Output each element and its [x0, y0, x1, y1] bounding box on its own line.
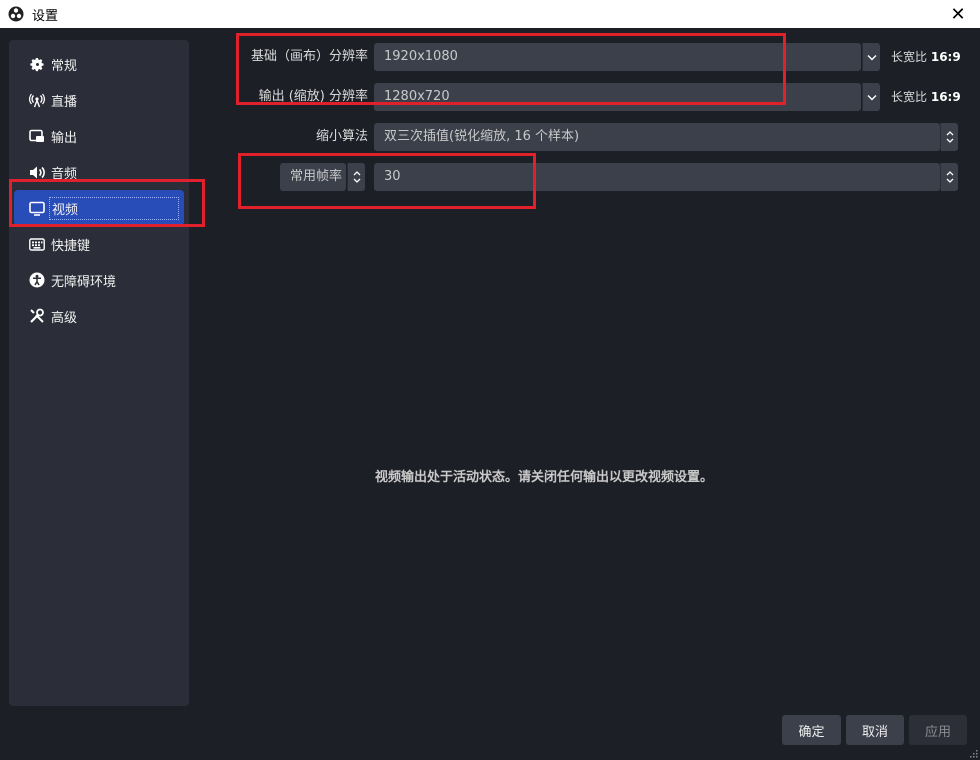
annotation-box-fps [238, 153, 536, 209]
annotation-box-video-tab [9, 179, 205, 227]
sidebar-item-label: 高级 [51, 310, 78, 326]
aspect-ratio-label: 长宽比 [891, 90, 928, 104]
output-aspect-ratio: 长宽比 16:9 [891, 83, 961, 111]
downscale-filter-spinner[interactable] [940, 123, 958, 151]
apply-button[interactable]: 应用 [909, 715, 967, 745]
sidebar-item-label: 直播 [51, 94, 78, 110]
sidebar-item-accessibility[interactable]: 无障碍环境 [14, 262, 184, 298]
title-bar: 设置 ✕ [0, 0, 980, 28]
sidebar-item-general[interactable]: 常规 [14, 46, 184, 82]
cancel-button[interactable]: 取消 [846, 715, 904, 745]
broadcast-icon [28, 91, 46, 109]
base-resolution-dropdown[interactable] [862, 43, 880, 71]
sidebar-item-stream[interactable]: 直播 [14, 82, 184, 118]
downscale-filter-label: 缩小算法 [315, 129, 368, 144]
aspect-ratio-value: 16:9 [930, 50, 961, 64]
sidebar-item-hotkeys[interactable]: 快捷键 [14, 226, 184, 262]
close-button[interactable]: ✕ [936, 0, 980, 28]
keyboard-icon [28, 235, 46, 253]
sidebar-item-output[interactable]: 输出 [14, 118, 184, 154]
annotation-box-resolution [236, 33, 786, 105]
gear-icon [28, 55, 46, 73]
output-resolution-dropdown[interactable] [862, 83, 880, 111]
chevron-down-icon [867, 54, 876, 60]
obs-logo-icon [8, 6, 24, 22]
chevron-down-icon [867, 94, 876, 100]
tools-icon [28, 307, 46, 325]
fps-value-spinner[interactable] [940, 163, 958, 191]
aspect-ratio-value: 16:9 [930, 90, 961, 104]
accessibility-icon [28, 271, 46, 289]
sidebar-item-advanced[interactable]: 高级 [14, 298, 184, 334]
base-aspect-ratio: 长宽比 16:9 [891, 43, 961, 71]
downscale-filter-select[interactable]: 双三次插值(锐化缩放, 16 个样本) [374, 123, 940, 151]
sidebar-item-label: 快捷键 [51, 238, 91, 254]
updown-chevron-icon [946, 171, 953, 183]
ok-button[interactable]: 确定 [782, 715, 841, 745]
sidebar-item-label: 输出 [51, 130, 78, 146]
resize-grip-icon[interactable] [968, 748, 978, 758]
updown-chevron-icon [946, 131, 953, 143]
video-active-message: 视频输出处于活动状态。请关闭任何输出以更改视频设置。 [375, 470, 714, 485]
window-title: 设置 [32, 8, 59, 24]
sidebar-item-label: 常规 [51, 58, 78, 74]
sidebar-item-label: 无障碍环境 [51, 274, 117, 290]
settings-sidebar: 常规 直播 输出 音频 视频 快捷键 无障碍环境 高级 [9, 40, 189, 706]
output-icon [28, 127, 46, 145]
aspect-ratio-label: 长宽比 [891, 50, 928, 64]
